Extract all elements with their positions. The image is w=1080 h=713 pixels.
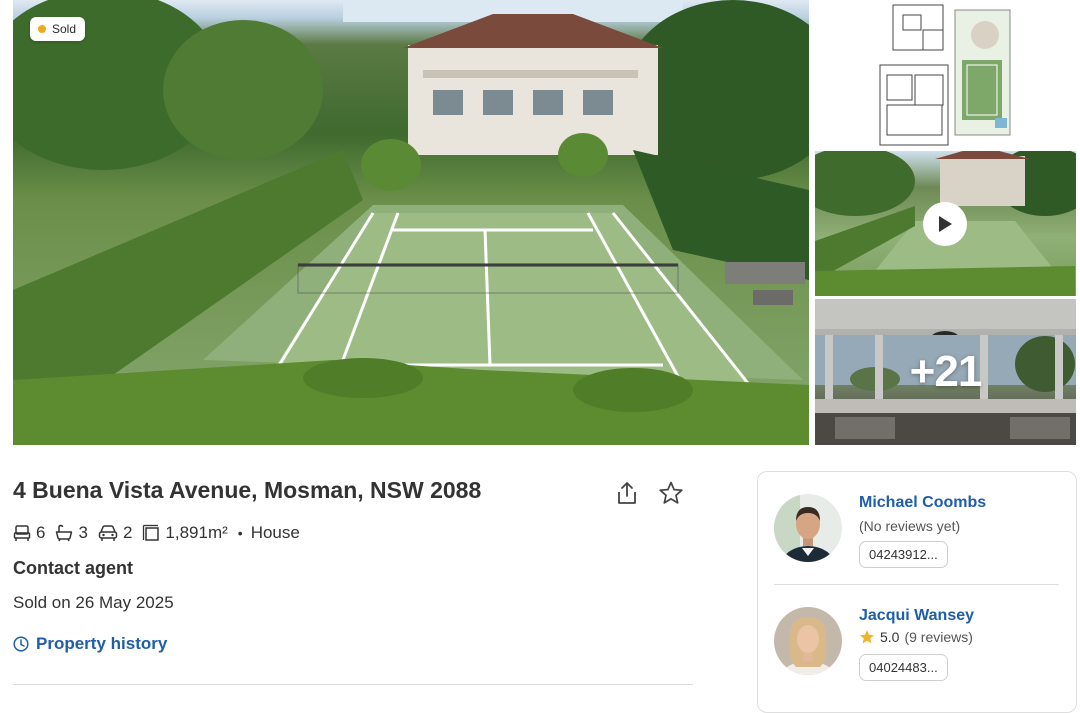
agent-reviews-text: (No reviews yet) [859,518,961,534]
play-video-button[interactable] [923,202,967,246]
video-thumbnail[interactable] [815,151,1076,296]
property-type: House [250,523,300,542]
agent-photo-michael [774,494,842,562]
property-history-link[interactable]: Property history [13,634,167,654]
star-outline-icon [659,481,683,504]
section-divider [13,684,693,685]
bathrooms-feature: 3 [55,523,88,543]
agent-phone-button[interactable]: 04243912... [859,541,948,568]
bath-icon [56,524,73,542]
agent-contact-card: Michael Coombs (No reviews yet) 04243912… [757,471,1077,713]
agent-photo-jacqui [774,607,842,675]
agent-rating-value: 5.0 [880,629,900,645]
agent-reviews: (No reviews yet) [859,518,960,534]
agent-reviews-text: (9 reviews) [904,629,973,645]
star-filled-icon [860,630,874,644]
land-size-feature: 1,891m² [142,523,228,543]
car-icon [98,525,118,541]
sold-badge-label: Sold [52,22,77,36]
land-size-value: 1,891m² [165,523,228,542]
agent-name[interactable]: Jacqui Wansey [859,607,974,625]
property-address: 4 Buena Vista Avenue, Mosman, NSW 2088 [13,477,482,503]
agent-avatar[interactable] [774,494,842,562]
floorplan-thumbnail[interactable] [815,0,1076,148]
bedrooms-feature: 6 [13,523,45,543]
bedrooms-count: 6 [36,523,46,542]
share-icon [618,482,636,504]
card-divider [774,584,1059,585]
save-favourite-button[interactable] [658,480,684,506]
land-size-icon [143,524,160,541]
tennis-court-image [13,0,809,445]
price-text: Contact agent [13,558,134,578]
agent-avatar[interactable] [774,607,842,675]
play-icon [939,216,952,232]
floorplan-image [879,4,1011,146]
agent-name[interactable]: Michael Coombs [859,494,986,512]
sold-date-text: Sold on 26 May 2025 [13,593,174,612]
share-button[interactable] [614,480,640,506]
bed-icon [13,525,31,541]
property-history-label: Property history [36,634,168,653]
clock-icon [13,636,29,652]
agent-phone-button[interactable]: 04024483... [859,654,948,681]
property-features: 6 3 2 1,891m² • House [13,523,300,543]
agent-rating: 5.0 (9 reviews) [859,629,973,645]
more-photos-count: +21 [815,299,1076,445]
bathrooms-count: 3 [78,523,88,542]
feature-separator: • [237,525,243,541]
main-property-photo[interactable] [13,0,809,445]
more-photos-thumbnail[interactable]: +21 [815,299,1076,445]
sold-status-badge: Sold [30,17,86,41]
parking-feature: 2 [98,523,132,543]
parking-count: 2 [122,523,133,542]
status-dot [38,25,46,33]
